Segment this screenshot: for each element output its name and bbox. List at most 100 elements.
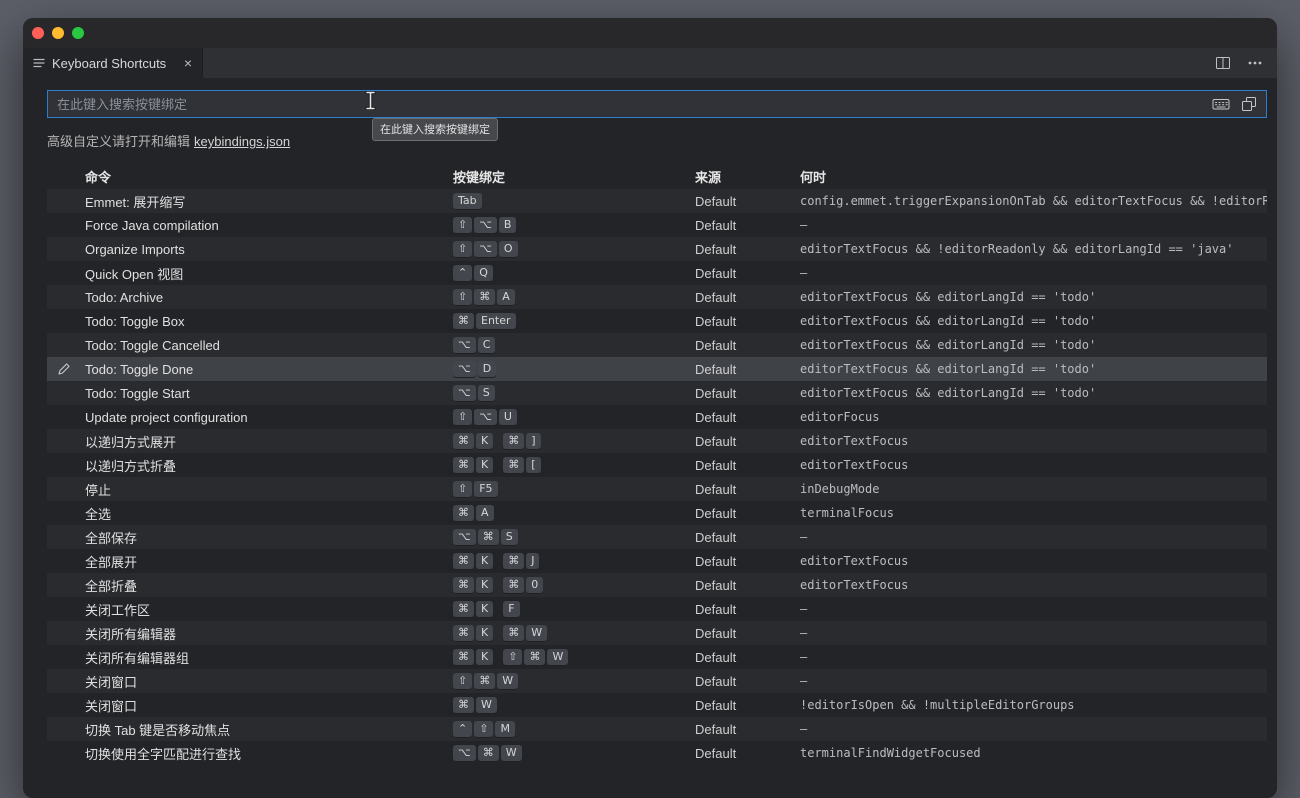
chord-part: Tab <box>453 192 484 210</box>
title-bar[interactable] <box>23 18 1277 48</box>
header-keybinding[interactable]: 按键绑定 <box>453 167 695 186</box>
when-clause: editorFocus <box>800 410 880 424</box>
source-label: Default <box>695 241 737 257</box>
command-label: Quick Open 视图 <box>85 266 184 282</box>
table-row[interactable]: 以递归方式折叠 ⌘ K ⌘[Default editorTextFocus <box>47 453 1267 477</box>
chord-part: ⌘] <box>503 432 542 450</box>
key-chip: ⌘ <box>453 552 474 570</box>
table-row[interactable]: Todo: Toggle Cancelled ⌥ C Default editorTex… <box>47 333 1267 357</box>
more-actions-icon[interactable] <box>1247 55 1263 71</box>
chord-part: ⇧ F5 <box>453 480 500 498</box>
key-chip: ⇧ <box>503 648 523 666</box>
source-label: Default <box>695 625 737 641</box>
search-tooltip: 在此键入搜索按键绑定 <box>372 118 498 141</box>
key-chip: B <box>498 216 517 234</box>
table-row[interactable]: 关闭所有编辑器组 ⌘ K ⇧ ⌘ W Default — <box>47 645 1267 669</box>
close-window-button[interactable] <box>32 27 44 39</box>
record-keys-keyboard-icon[interactable] <box>1212 96 1230 112</box>
when-clause: — <box>800 722 808 736</box>
edit-pencil-icon[interactable] <box>57 362 71 376</box>
source-label: Default <box>695 289 737 305</box>
key-chip: Enter <box>476 312 516 330</box>
table-row[interactable]: Emmet: 展开缩写 Tab Default config.emmet.trigge… <box>47 189 1267 213</box>
table-row[interactable]: Update project configuration ⇧ ⌥ U Default ed… <box>47 405 1267 429</box>
command-label: Force Java compilation <box>85 217 219 233</box>
table-row[interactable]: Todo: Toggle Box ⌘ Enter Default editorTextF… <box>47 309 1267 333</box>
when-clause: editorTextFocus && editorLangId == 'todo… <box>800 338 1097 352</box>
source-label: Default <box>695 385 737 401</box>
editor-tab-bar: Keyboard Shortcuts × <box>23 48 1277 78</box>
when-clause: terminalFindWidgetFocused <box>800 746 981 760</box>
keybinding-cell: ⌘ K ⌘[ <box>453 456 695 474</box>
table-row[interactable]: 全部折叠 ⌘ K ⌘ 0 Default editorTextFocus <box>47 573 1267 597</box>
keybindings-json-link[interactable]: keybindings.json <box>194 134 290 149</box>
table-row[interactable]: Todo: Toggle Start ⌥ S Default editorTextFoc… <box>47 381 1267 405</box>
chord-part: ⌥ D <box>453 360 498 378</box>
table-row[interactable]: 关闭窗口 ⌘ W Default !editorIsOpen && !multipleE… <box>47 693 1267 717</box>
when-clause: — <box>800 650 808 664</box>
chord-part: ⌥ S <box>453 384 497 402</box>
row-gutter <box>47 362 85 376</box>
header-source[interactable]: 来源 <box>695 167 800 186</box>
key-chip: ⌘ <box>524 648 546 666</box>
table-row[interactable]: 全部保存 ⌥ ⌘ S Default — <box>47 525 1267 549</box>
source-label: Default <box>695 601 737 617</box>
keybinding-cell: ⌘ K F <box>453 600 695 618</box>
key-chip: J <box>526 552 540 570</box>
split-editor-icon[interactable] <box>1215 55 1231 71</box>
minimize-window-button[interactable] <box>52 27 64 39</box>
key-chip: S <box>500 528 518 546</box>
zoom-window-button[interactable] <box>72 27 84 39</box>
header-when[interactable]: 何时 <box>800 167 1267 186</box>
table-row[interactable]: Todo: Toggle Done ⌥ D Default editorTextFocu… <box>47 357 1267 381</box>
command-label: Emmet: 展开缩写 <box>85 194 186 210</box>
chord-part: ⌘ A <box>453 504 496 522</box>
table-row[interactable]: 全部展开 ⌘ K ⌘ J Default editorTextFocus <box>47 549 1267 573</box>
key-chip: ⌘ <box>477 528 499 546</box>
table-row[interactable]: 以递归方式展开 ⌘ K ⌘] Default editorTextFocus <box>47 429 1267 453</box>
table-row[interactable]: 全选 ⌘ A Default terminalFocus <box>47 501 1267 525</box>
key-chip: ⌘ <box>453 312 474 330</box>
key-chip: K <box>476 576 494 594</box>
chord-part: ⌘ J <box>503 552 541 570</box>
key-chip: S <box>477 384 495 402</box>
advanced-text: 高级自定义请打开和编辑 <box>47 134 191 149</box>
when-clause: terminalFocus <box>800 506 894 520</box>
table-row[interactable]: 关闭所有编辑器 ⌘ K ⌘ W Default — <box>47 621 1267 645</box>
key-chip: ⌥ <box>453 336 476 354</box>
command-label: 以递归方式折叠 <box>85 458 177 474</box>
table-row[interactable]: 关闭工作区 ⌘ K F Default — <box>47 597 1267 621</box>
table-row[interactable]: Organize Imports ⇧ ⌥ O Default editorTextFocu… <box>47 237 1267 261</box>
table-row[interactable]: 停止 ⇧ F5 Default inDebugMode <box>47 477 1267 501</box>
command-label: 停止 <box>85 482 112 498</box>
key-chip: W <box>476 696 497 714</box>
table-row[interactable]: Quick Open 视图 ⌃ Q Default — <box>47 261 1267 285</box>
keybinding-cell: Tab <box>453 192 695 210</box>
keybinding-cell: ⌥ D <box>453 360 695 378</box>
tab-keyboard-shortcuts[interactable]: Keyboard Shortcuts × <box>23 48 203 78</box>
when-clause: config.emmet.triggerExpansionOnTab && ed… <box>800 194 1267 208</box>
command-label: Todo: Toggle Start <box>85 385 190 401</box>
when-clause: editorTextFocus && editorLangId == 'todo… <box>800 362 1097 376</box>
advanced-customization-note: 高级自定义请打开和编辑 keybindings.json <box>47 131 1267 150</box>
table-row[interactable]: 关闭窗口 ⇧ ⌘ W Default — <box>47 669 1267 693</box>
source-label: Default <box>695 217 737 233</box>
sort-by-precedence-icon[interactable] <box>1241 96 1257 112</box>
when-clause: editorTextFocus && !editorReadonly && ed… <box>800 242 1234 256</box>
search-input[interactable] <box>48 96 1212 112</box>
command-label: 关闭所有编辑器组 <box>85 650 190 666</box>
vscode-window: Keyboard Shortcuts × 在此键入搜索按键绑定 高级自定义请打开… <box>23 18 1277 798</box>
key-chip: ⌘ <box>453 624 474 642</box>
table-row[interactable]: 切换 Tab 键是否移动焦点 ⌃ ⇧ M Default — <box>47 717 1267 741</box>
key-chip: ] <box>526 432 541 450</box>
keybinding-cell: ⌘ K ⌘ W <box>453 624 695 642</box>
table-row[interactable]: Force Java compilation ⇧ ⌥ B Default — <box>47 213 1267 237</box>
tab-close-icon[interactable]: × <box>184 56 192 70</box>
header-command[interactable]: 命令 <box>85 167 453 186</box>
command-label: 全部折叠 <box>85 578 138 594</box>
table-row[interactable]: 切换使用全字匹配进行查找 ⌥ ⌘ W Default terminalFindWidget… <box>47 741 1267 765</box>
command-label: Organize Imports <box>85 241 185 257</box>
table-row[interactable]: Todo: Archive ⇧ ⌘ A Default editorTextFocus &… <box>47 285 1267 309</box>
when-clause: — <box>800 218 808 232</box>
key-chip: ⌘ <box>453 576 474 594</box>
